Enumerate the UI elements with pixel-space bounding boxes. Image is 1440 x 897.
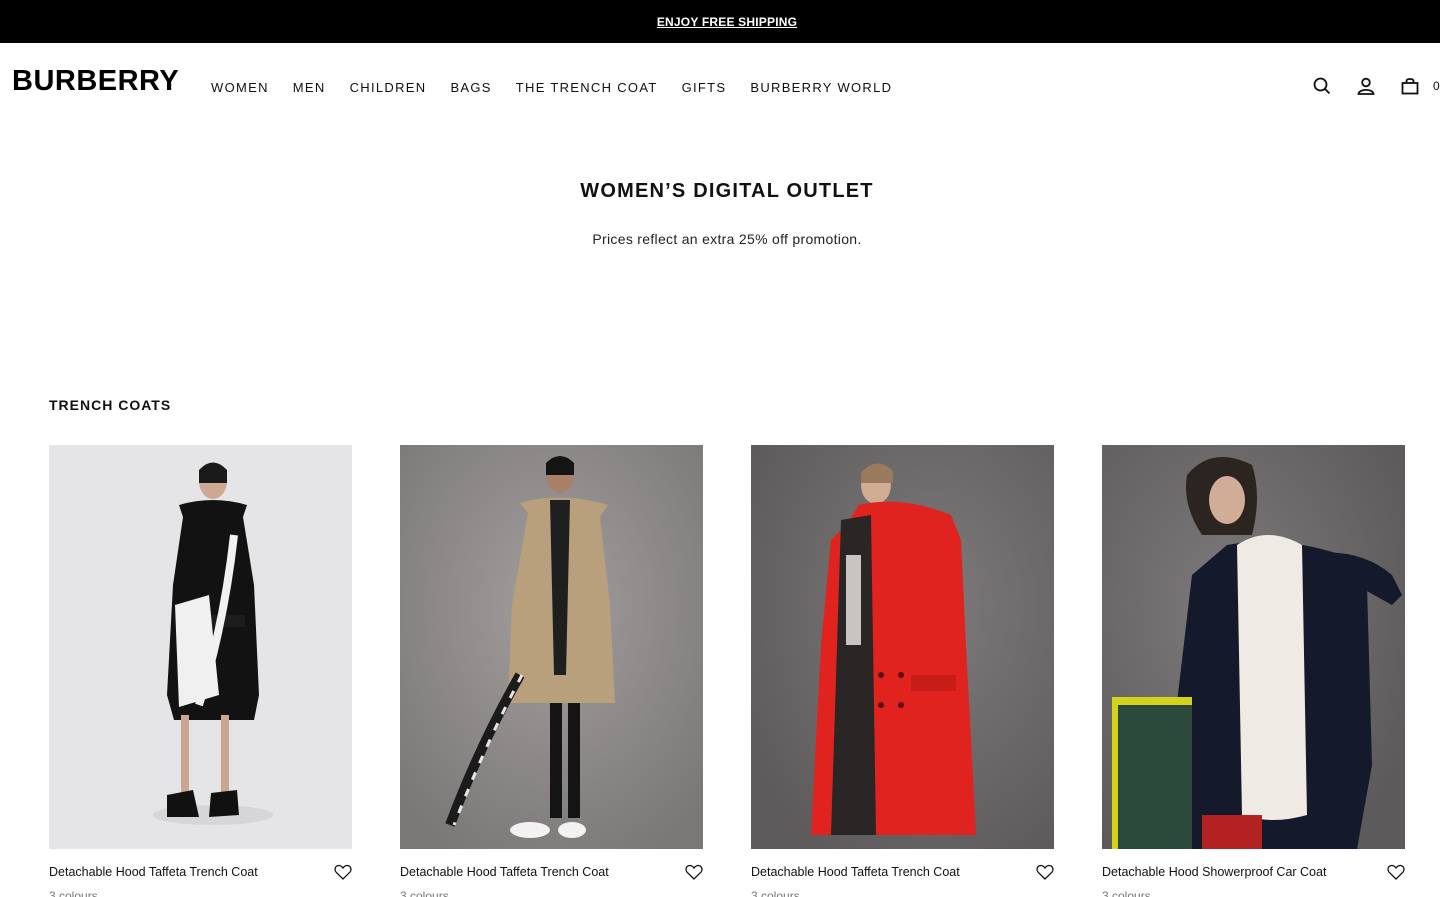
nav-item-bags[interactable]: BAGS (450, 80, 491, 95)
nav-item-children[interactable]: CHILDREN (350, 80, 427, 95)
product-colours: 3 colours (1102, 889, 1151, 897)
heart-icon[interactable] (334, 863, 352, 881)
nav-item-trench-coat[interactable]: THE TRENCH COAT (516, 80, 658, 95)
product-name[interactable]: Detachable Hood Taffeta Trench Coat (49, 865, 258, 879)
product-name[interactable]: Detachable Hood Showerproof Car Coat (1102, 865, 1326, 879)
product-card[interactable]: Detachable Hood Taffeta Trench Coat 3 co… (751, 445, 1054, 897)
product-card[interactable]: Detachable Hood Showerproof Car Coat 3 c… (1102, 445, 1405, 897)
product-colours: 3 colours (400, 889, 449, 897)
product-grid: Detachable Hood Taffeta Trench Coat 3 co… (49, 445, 1405, 897)
product-image[interactable] (751, 445, 1054, 849)
nav-item-burberry-world[interactable]: BURBERRY WORLD (750, 80, 892, 95)
page-subtitle: Prices reflect an extra 25% off promotio… (592, 231, 862, 247)
header-icons: 0 (1311, 75, 1440, 97)
product-image[interactable] (1102, 445, 1405, 849)
page-title: WOMEN’S DIGITAL OUTLET (580, 180, 874, 202)
site-header: BURBERRY WOMEN MEN CHILDREN BAGS THE TRE… (0, 43, 1440, 128)
nav-item-gifts[interactable]: GIFTS (682, 80, 727, 95)
heart-icon[interactable] (685, 863, 703, 881)
bag-button[interactable]: 0 (1399, 75, 1440, 97)
heart-icon[interactable] (1387, 863, 1405, 881)
product-name[interactable]: Detachable Hood Taffeta Trench Coat (751, 865, 960, 879)
promo-bar: ENJOY FREE SHIPPING (0, 0, 1440, 43)
product-card[interactable]: Detachable Hood Taffeta Trench Coat 3 co… (49, 445, 352, 897)
heart-icon[interactable] (1036, 863, 1054, 881)
nav-item-women[interactable]: WOMEN (211, 80, 269, 95)
bag-count: 0 (1433, 79, 1440, 93)
search-icon[interactable] (1311, 75, 1333, 97)
bag-icon (1399, 75, 1421, 97)
product-card[interactable]: Detachable Hood Taffeta Trench Coat 3 co… (400, 445, 703, 897)
nav-item-men[interactable]: MEN (293, 80, 326, 95)
product-name[interactable]: Detachable Hood Taffeta Trench Coat (400, 865, 609, 879)
main-nav: WOMEN MEN CHILDREN BAGS THE TRENCH COAT … (211, 80, 916, 95)
account-icon[interactable] (1355, 75, 1377, 97)
product-colours: 3 colours (751, 889, 800, 897)
product-image[interactable] (49, 445, 352, 849)
product-image[interactable] (400, 445, 703, 849)
brand-logo[interactable]: BURBERRY (12, 65, 179, 98)
section-title: TRENCH COATS (49, 397, 172, 413)
free-shipping-link[interactable]: ENJOY FREE SHIPPING (657, 15, 797, 29)
product-colours: 3 colours (49, 889, 98, 897)
